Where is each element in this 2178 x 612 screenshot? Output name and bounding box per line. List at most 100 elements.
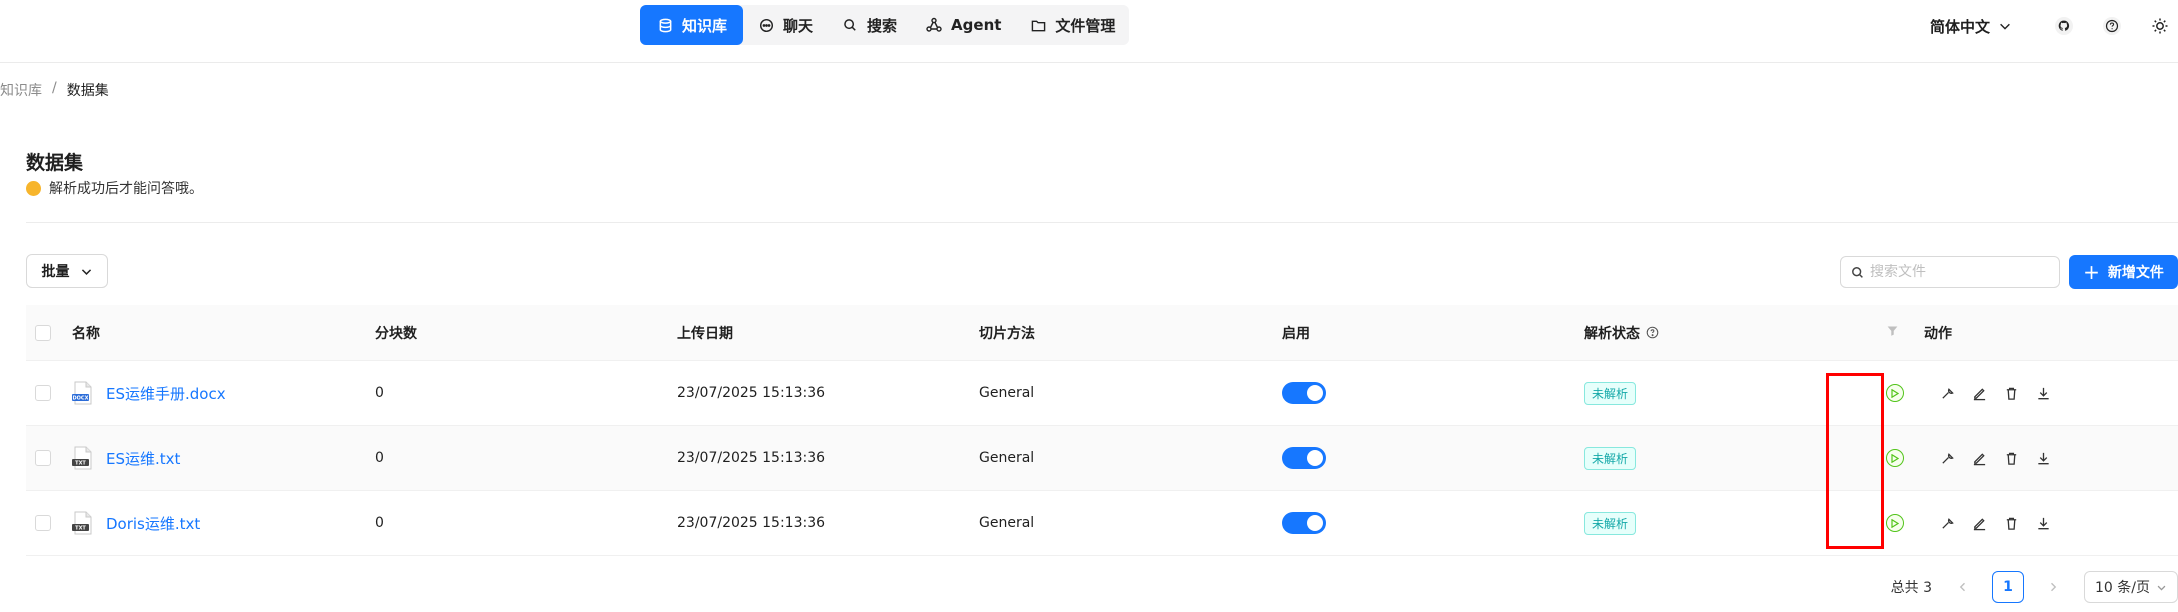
- col-status[interactable]: 解析状态: [1584, 323, 1886, 343]
- edit-icon[interactable]: [1970, 449, 1988, 467]
- download-icon[interactable]: [2034, 384, 2052, 402]
- nav-item-knowledge-base[interactable]: 知识库: [640, 5, 744, 45]
- next-page-icon[interactable]: [2040, 581, 2066, 593]
- run-cell: [1886, 384, 1924, 402]
- col-upload-date[interactable]: 上传日期: [677, 323, 979, 343]
- play-icon[interactable]: [1886, 449, 1904, 467]
- subtitle-text: 解析成功后才能问答哦。: [49, 181, 203, 197]
- col-method[interactable]: 切片方法: [979, 323, 1282, 343]
- file-name-link[interactable]: ES运维.txt: [106, 448, 180, 469]
- plus-icon: +: [2083, 260, 2100, 284]
- method-cell: General: [979, 515, 1035, 531]
- docx-file-icon: DOCX: [72, 381, 92, 405]
- row-checkbox[interactable]: [35, 385, 51, 401]
- folder-icon: [1029, 16, 1047, 34]
- add-file-label: 新增文件: [2107, 265, 2164, 281]
- download-icon[interactable]: [2034, 514, 2052, 532]
- trash-icon[interactable]: [2002, 384, 2020, 402]
- enable-toggle[interactable]: [1282, 447, 1326, 469]
- search-input[interactable]: [1870, 264, 2050, 280]
- theme-toggle-icon[interactable]: [2142, 8, 2178, 44]
- prev-page-icon[interactable]: [1950, 581, 1976, 593]
- enable-toggle[interactable]: [1282, 382, 1326, 404]
- language-selector[interactable]: 简体中文: [1930, 16, 2012, 37]
- row-checkbox-cell: [26, 450, 72, 466]
- breadcrumb: 知识库 / 数据集: [0, 80, 109, 100]
- col-name[interactable]: 名称: [72, 323, 375, 343]
- row-checkbox-cell: [26, 515, 72, 531]
- file-name-link[interactable]: Doris运维.txt: [106, 513, 200, 534]
- highlight-box: [1826, 373, 1884, 549]
- github-icon[interactable]: [2046, 8, 2082, 44]
- enable-cell: [1282, 447, 1584, 469]
- action-cell: [1924, 449, 2178, 467]
- txt-file-icon: TXT: [72, 446, 92, 470]
- chevron-down-icon: [2000, 23, 2010, 30]
- wrench-icon[interactable]: [1938, 514, 1956, 532]
- col-status-label: 解析状态: [1584, 325, 1640, 342]
- header-checkbox-cell: [26, 324, 72, 341]
- status-badge: 未解析: [1584, 446, 1637, 470]
- bulk-button[interactable]: 批量: [26, 254, 108, 288]
- download-icon[interactable]: [2034, 449, 2052, 467]
- enable-toggle[interactable]: [1282, 512, 1326, 534]
- method-cell: General: [979, 385, 1035, 401]
- status-badge: 未解析: [1584, 511, 1637, 535]
- row-checkbox[interactable]: [35, 450, 51, 466]
- select-all-checkbox[interactable]: [35, 324, 51, 341]
- nav-item-file-management[interactable]: 文件管理: [1015, 5, 1129, 45]
- play-icon[interactable]: [1886, 514, 1904, 532]
- name-cell: DOCX ES运维手册.docx: [72, 381, 375, 405]
- breadcrumb-root[interactable]: 知识库: [0, 80, 42, 100]
- run-cell: [1886, 449, 1924, 467]
- file-name-link[interactable]: ES运维手册.docx: [106, 383, 226, 404]
- chevron-down-icon: [2157, 585, 2166, 590]
- col-chunks[interactable]: 分块数: [375, 323, 677, 343]
- date-cell: 23/07/2025 15:13:36: [677, 385, 826, 401]
- nav-item-search[interactable]: 搜索: [827, 5, 911, 45]
- action-cell: [1924, 384, 2178, 402]
- add-file-button[interactable]: + 新增文件: [2069, 255, 2178, 289]
- nav-label: Agent: [951, 16, 1002, 34]
- chunks-cell: 0: [375, 450, 384, 466]
- nav-item-chat[interactable]: 聊天: [743, 5, 827, 45]
- chunks-cell: 0: [375, 385, 384, 401]
- trash-icon[interactable]: [2002, 449, 2020, 467]
- trash-icon[interactable]: [2002, 514, 2020, 532]
- main-nav: 知识库 聊天 搜索 Agent 文件管理: [640, 5, 1130, 45]
- page-size-select[interactable]: 10 条/页: [2084, 571, 2178, 603]
- row-checkbox[interactable]: [35, 515, 51, 531]
- search-box[interactable]: [1840, 256, 2060, 288]
- edit-icon[interactable]: [1970, 384, 1988, 402]
- status-badge: 未解析: [1584, 381, 1637, 405]
- date-cell: 23/07/2025 15:13:36: [677, 515, 826, 531]
- chevron-down-icon: [81, 268, 91, 275]
- breadcrumb-separator: /: [52, 80, 57, 96]
- page-size-label: 10 条/页: [2095, 580, 2150, 596]
- wrench-icon[interactable]: [1938, 449, 1956, 467]
- page-number-button[interactable]: 1: [1992, 571, 2024, 603]
- help-icon[interactable]: [2094, 8, 2130, 44]
- col-enabled[interactable]: 启用: [1282, 323, 1584, 343]
- nav-item-agent[interactable]: Agent: [911, 5, 1015, 45]
- page-subtitle: 解析成功后才能问答哦。: [26, 178, 203, 198]
- question-circle-icon[interactable]: [1646, 326, 1659, 339]
- nav-label: 聊天: [783, 16, 814, 35]
- enable-cell: [1282, 382, 1584, 404]
- divider: [26, 222, 2178, 223]
- nav-label: 知识库: [682, 16, 728, 35]
- wrench-icon[interactable]: [1938, 384, 1956, 402]
- name-cell: TXT ES运维.txt: [72, 446, 375, 470]
- enable-cell: [1282, 512, 1584, 534]
- file-type-label: DOCX: [73, 396, 89, 402]
- nav-label: 搜索: [867, 16, 898, 35]
- breadcrumb-current: 数据集: [66, 83, 109, 99]
- pagination: 总共 3 1 10 条/页: [1891, 570, 2178, 604]
- smile-emoji-icon: [26, 180, 41, 196]
- play-icon[interactable]: [1886, 384, 1904, 402]
- row-checkbox-cell: [26, 385, 72, 401]
- filter-icon[interactable]: [1886, 324, 1899, 337]
- file-type-label: TXT: [75, 526, 86, 532]
- edit-icon[interactable]: [1970, 514, 1988, 532]
- search-icon: [1852, 266, 1863, 278]
